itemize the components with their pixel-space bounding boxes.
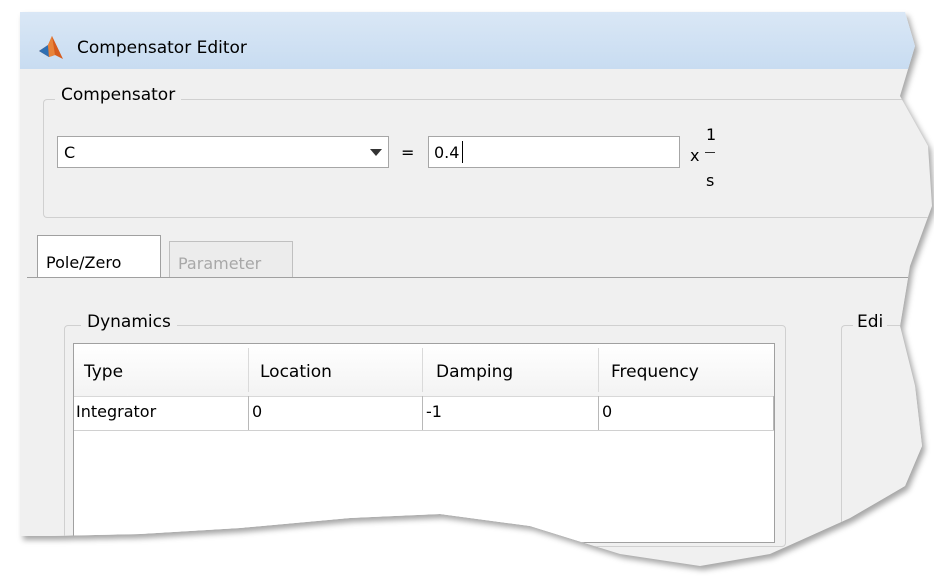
fraction-denominator: s — [706, 171, 715, 190]
window: Compensator Editor Compensator C = x 1 s… — [20, 12, 932, 566]
table-row[interactable]: Integrator 0 -1 0 — [74, 396, 774, 431]
chevron-down-icon[interactable] — [370, 149, 382, 156]
cell-damping[interactable]: -1 — [426, 402, 442, 421]
gain-input[interactable] — [428, 136, 680, 168]
fraction-bar — [705, 152, 715, 153]
title-bar — [20, 12, 921, 69]
dynamics-group — [64, 325, 786, 547]
cell-location[interactable]: 0 — [252, 402, 262, 421]
column-divider — [422, 348, 423, 392]
tab-parameter: Parameter — [169, 241, 293, 277]
equals-sign: = — [401, 143, 415, 162]
edit-group-label: Edi — [853, 312, 888, 332]
compensator-select[interactable]: C — [57, 136, 389, 168]
tab-panel — [27, 277, 932, 548]
compensator-select-value: C — [64, 143, 76, 162]
column-header-type[interactable]: Type — [84, 362, 123, 382]
matlab-logo-icon — [39, 36, 63, 59]
text-caret — [462, 141, 463, 163]
cell-type[interactable]: Integrator — [76, 402, 156, 421]
column-header-damping[interactable]: Damping — [436, 362, 513, 382]
compensator-group — [43, 99, 932, 218]
edit-group — [841, 325, 932, 547]
column-divider — [248, 348, 249, 392]
window-shadow: Compensator Editor Compensator C = x 1 s… — [9, 5, 932, 566]
window-title: Compensator Editor — [77, 38, 247, 58]
column-divider — [598, 348, 599, 392]
column-header-frequency[interactable]: Frequency — [611, 362, 699, 382]
cell-divider — [598, 396, 599, 430]
dynamics-table[interactable]: Type Location Damping Frequency Integrat… — [73, 343, 775, 543]
tab-pole-zero[interactable]: Pole/Zero — [37, 235, 161, 277]
table-header: Type Location Damping Frequency — [74, 344, 774, 397]
compensator-group-label: Compensator — [55, 85, 182, 105]
cell-divider — [773, 396, 774, 430]
fraction-numerator: 1 — [706, 125, 717, 144]
multiply-sign: x — [690, 146, 700, 165]
cell-divider — [248, 396, 249, 430]
cell-frequency[interactable]: 0 — [602, 402, 612, 421]
cell-divider — [422, 396, 423, 430]
column-header-location[interactable]: Location — [260, 362, 332, 382]
dynamics-group-label: Dynamics — [81, 312, 177, 332]
